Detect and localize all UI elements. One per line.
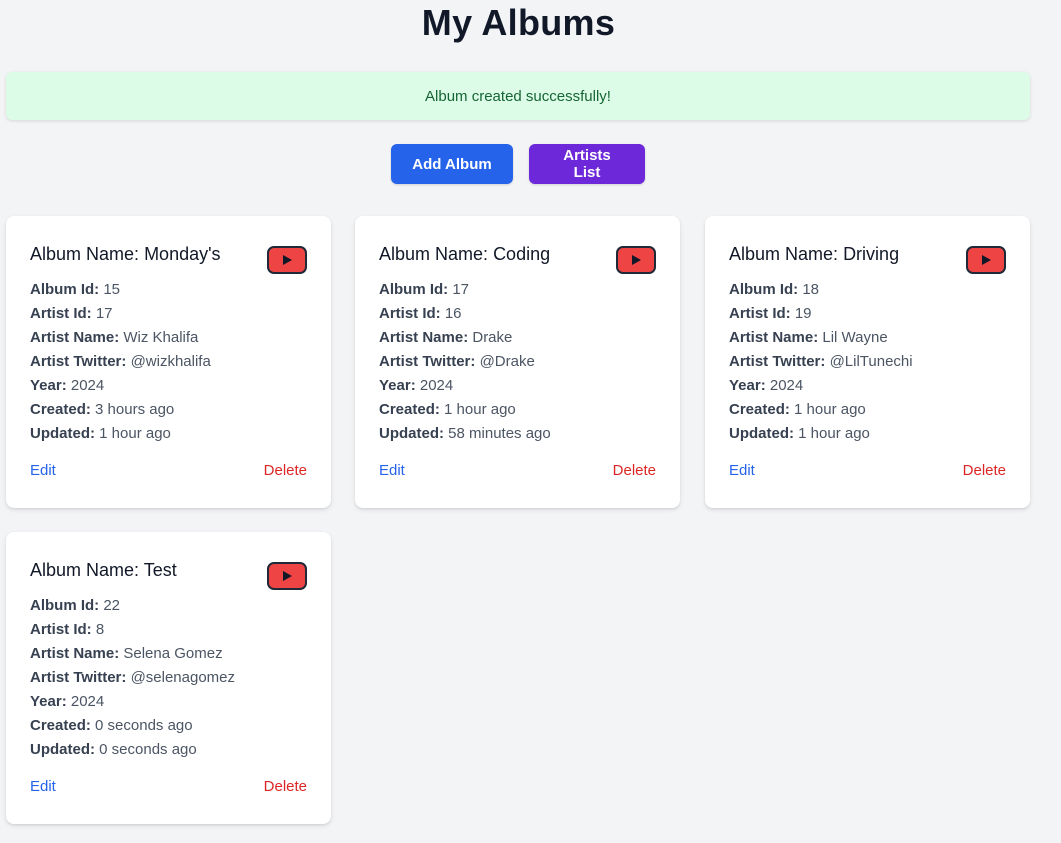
- edit-link[interactable]: Edit: [30, 778, 56, 795]
- updated-row: Updated: 58 minutes ago: [379, 425, 551, 442]
- album-card: Album Name: Coding Album Id: 17 Artist I…: [355, 216, 680, 508]
- album-id-row: Album Id: 17: [379, 281, 470, 298]
- delete-link[interactable]: Delete: [264, 778, 307, 795]
- artists-list-button[interactable]: Artists List: [529, 144, 645, 184]
- action-bar: Add Album Artists List: [0, 144, 1036, 184]
- album-card: Album Name: Monday's Album Id: 15 Artist…: [6, 216, 331, 508]
- artist-twitter-row: Artist Twitter: @wizkhalifa: [30, 353, 211, 370]
- updated-row: Updated: 0 seconds ago: [30, 741, 197, 758]
- created-row: Created: 1 hour ago: [729, 401, 866, 418]
- artist-id-row: Artist Id: 17: [30, 305, 113, 322]
- artist-twitter-row: Artist Twitter: @Drake: [379, 353, 535, 370]
- edit-link[interactable]: Edit: [30, 462, 56, 479]
- youtube-icon[interactable]: [966, 246, 1006, 274]
- artist-id-row: Artist Id: 16: [379, 305, 462, 322]
- year-row: Year: 2024: [379, 377, 454, 394]
- youtube-icon[interactable]: [267, 246, 307, 274]
- artist-twitter-row: Artist Twitter: @LilTunechi: [729, 353, 913, 370]
- artist-id-row: Artist Id: 8: [30, 621, 105, 638]
- edit-link[interactable]: Edit: [729, 462, 755, 479]
- add-album-button[interactable]: Add Album: [391, 144, 513, 184]
- created-row: Created: 1 hour ago: [379, 401, 516, 418]
- album-name: Album Name: Test: [30, 560, 177, 580]
- artist-name-row: Artist Name: Lil Wayne: [729, 329, 888, 346]
- delete-link[interactable]: Delete: [963, 462, 1006, 479]
- album-details: Album Id: 22 Artist Id: 8 Artist Name: S…: [30, 594, 235, 762]
- year-row: Year: 2024: [729, 377, 804, 394]
- artist-id-row: Artist Id: 19: [729, 305, 812, 322]
- album-id-row: Album Id: 15: [30, 281, 121, 298]
- artist-name-row: Artist Name: Selena Gomez: [30, 645, 223, 662]
- album-details: Album Id: 15 Artist Id: 17 Artist Name: …: [30, 278, 211, 446]
- artist-twitter-row: Artist Twitter: @selenagomez: [30, 669, 236, 686]
- albums-page: My Albums Album created successfully! Ad…: [0, 0, 1061, 843]
- year-row: Year: 2024: [30, 377, 105, 394]
- delete-link[interactable]: Delete: [613, 462, 656, 479]
- album-id-row: Album Id: 22: [30, 597, 121, 614]
- updated-row: Updated: 1 hour ago: [729, 425, 870, 442]
- album-card: Album Name: Driving Album Id: 18 Artist …: [705, 216, 1030, 508]
- youtube-icon[interactable]: [616, 246, 656, 274]
- album-card: Album Name: Test Album Id: 22 Artist Id:…: [6, 532, 331, 824]
- artist-name-row: Artist Name: Drake: [379, 329, 513, 346]
- album-name: Album Name: Driving: [729, 244, 900, 264]
- album-details: Album Id: 17 Artist Id: 16 Artist Name: …: [379, 278, 551, 446]
- page-title: My Albums: [421, 2, 616, 43]
- artist-name-row: Artist Name: Wiz Khalifa: [30, 329, 199, 346]
- year-row: Year: 2024: [30, 693, 105, 710]
- album-name: Album Name: Coding: [379, 244, 551, 264]
- album-details: Album Id: 18 Artist Id: 19 Artist Name: …: [729, 278, 913, 446]
- success-alert: Album created successfully!: [6, 72, 1030, 120]
- created-row: Created: 0 seconds ago: [30, 717, 193, 734]
- delete-link[interactable]: Delete: [264, 462, 307, 479]
- edit-link[interactable]: Edit: [379, 462, 405, 479]
- album-name: Album Name: Monday's: [30, 244, 221, 264]
- album-id-row: Album Id: 18: [729, 281, 820, 298]
- success-alert-message: Album created successfully!: [425, 87, 611, 105]
- created-row: Created: 3 hours ago: [30, 401, 175, 418]
- youtube-icon[interactable]: [267, 562, 307, 590]
- updated-row: Updated: 1 hour ago: [30, 425, 171, 442]
